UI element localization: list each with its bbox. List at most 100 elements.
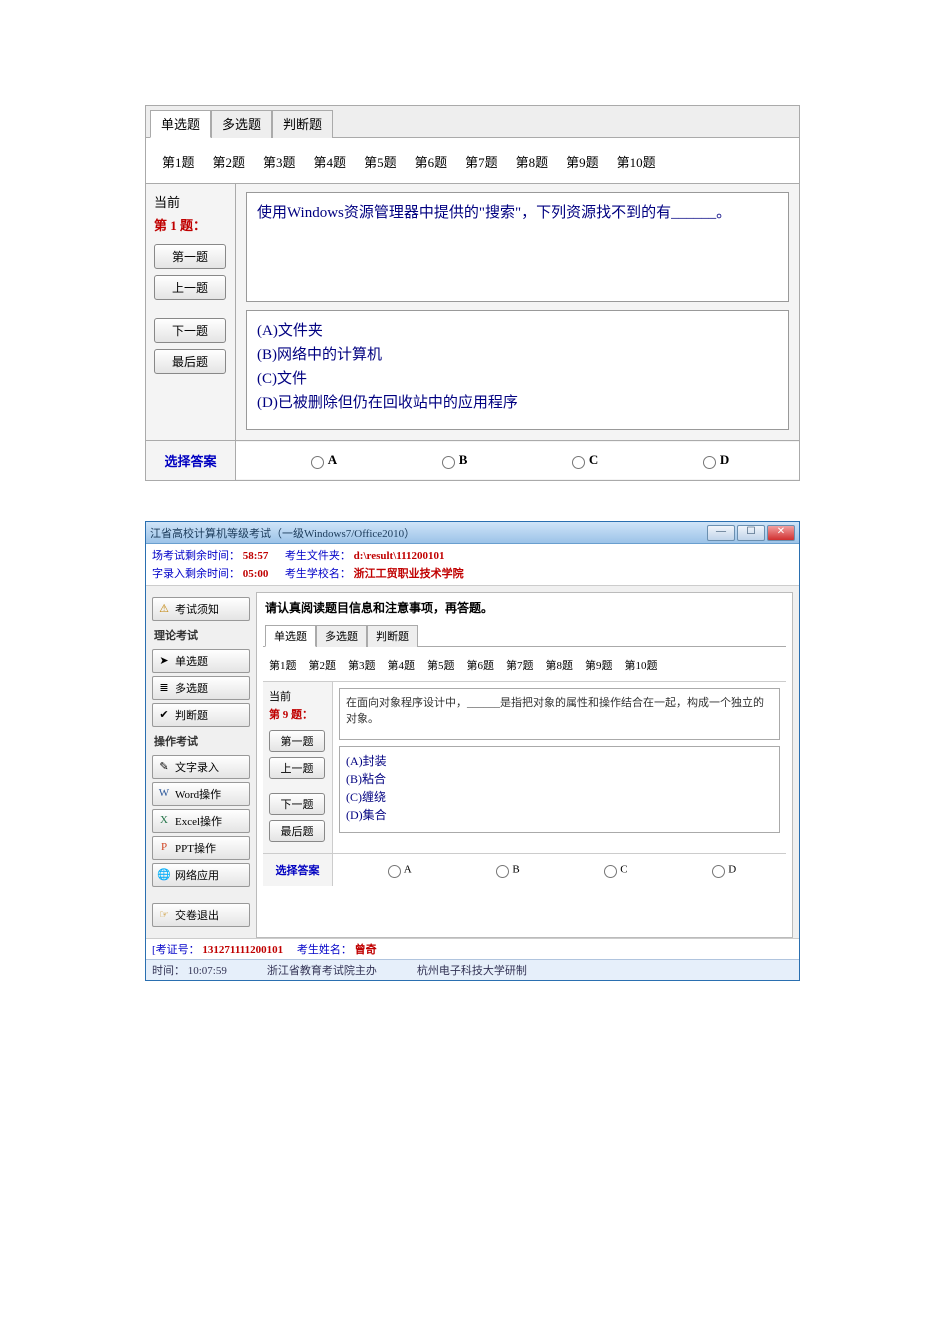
answer-row: 选择答案 A B C D [146, 440, 799, 480]
answer2-radio-a[interactable]: A [383, 862, 412, 878]
question-number-nav: 第1题 第2题 第3题 第4题 第5题 第6题 第7题 第8题 第9题 第10题 [146, 138, 799, 184]
prev-question-button-small[interactable]: 上一题 [269, 757, 325, 779]
left-nav: ⚠ 考试须知 理论考试 ➤ 单选题 ≣ 多选题 ✔ 判断题 操作考试 [146, 586, 256, 938]
qnav-item-10[interactable]: 第10题 [617, 152, 656, 171]
qnav-item-9[interactable]: 第9题 [566, 152, 599, 171]
qnav-item-1[interactable]: 第1题 [162, 152, 195, 171]
candidate-name-label: 考生姓名： [297, 944, 352, 956]
nav-single-choice[interactable]: ➤ 单选题 [152, 649, 250, 673]
qnav-item-5[interactable]: 第5题 [364, 152, 397, 171]
nav-ppt[interactable]: P PPT操作 [152, 836, 250, 860]
window-controls: — ☐ ✕ [707, 525, 795, 541]
answer-radio-c[interactable]: C [567, 452, 598, 469]
qnav2-item-3[interactable]: 第3题 [348, 657, 376, 673]
answer-radio-b[interactable]: B [437, 452, 468, 469]
qnav-item-6[interactable]: 第6题 [415, 152, 448, 171]
tab-multi-choice[interactable]: 多选题 [211, 110, 272, 138]
nav-typing[interactable]: ✎ 文字录入 [152, 755, 250, 779]
current-question-number-small: 第 9 题： [269, 706, 326, 722]
next-question-button[interactable]: 下一题 [154, 318, 226, 343]
qnav2-item-6[interactable]: 第6题 [467, 657, 495, 673]
option-b: (B)网络中的计算机 [257, 343, 778, 367]
answer-label-small: 选择答案 [263, 854, 333, 886]
nav-word-label: Word操作 [175, 786, 221, 802]
qnav-item-8[interactable]: 第8题 [516, 152, 549, 171]
last-question-button-small[interactable]: 最后题 [269, 820, 325, 842]
question-number-nav-small: 第1题 第2题 第3题 第4题 第5题 第6题 第7题 第8题 第9题 第10题 [263, 647, 786, 682]
nav-network[interactable]: 🌐 网络应用 [152, 863, 250, 887]
window-titlebar: 江省高校计算机等级考试（一级Windows7/Office2010） — ☐ ✕ [146, 522, 799, 544]
tab2-multi[interactable]: 多选题 [316, 625, 367, 647]
window-close-button[interactable]: ✕ [767, 525, 795, 541]
option2-d: (D)集合 [346, 806, 773, 824]
qnav-item-7[interactable]: 第7题 [465, 152, 498, 171]
school-label: 考生学校名： [285, 568, 351, 580]
answer2-radio-b[interactable]: B [491, 862, 519, 878]
option-d: (D)已被删除但仍在回收站中的应用程序 [257, 391, 778, 415]
answer2-radio-c[interactable]: C [599, 862, 627, 878]
submit-exit-button[interactable]: ☞ 交卷退出 [152, 903, 250, 927]
tab-single-choice[interactable]: 单选题 [150, 110, 211, 138]
status-org2: 杭州电子科技大学研制 [417, 962, 527, 978]
exam-id-label: [考证号： [152, 944, 200, 956]
check-icon: ✔ [157, 708, 171, 722]
exam-center-panel: 请认真阅读题目信息和注意事项，再答题。 单选题 多选题 判断题 第1题 第2题 … [256, 592, 793, 938]
hand-icon: ☞ [157, 908, 171, 922]
nav-excel[interactable]: X Excel操作 [152, 809, 250, 833]
exam-app-window: 江省高校计算机等级考试（一级Windows7/Office2010） — ☐ ✕… [145, 521, 800, 981]
answer-radio-a[interactable]: A [306, 452, 337, 469]
option2-a: (A)封装 [346, 752, 773, 770]
qnav2-item-7[interactable]: 第7题 [506, 657, 534, 673]
answer2-radio-d[interactable]: D [707, 862, 736, 878]
submit-exit-label: 交卷退出 [175, 907, 219, 923]
current-label: 当前 [154, 192, 227, 211]
exam-info-bar: 场考试剩余时间： 58:57 考生文件夹： d:\result\11120010… [146, 544, 799, 586]
nav-word[interactable]: W Word操作 [152, 782, 250, 806]
exam-footer: [考证号： 131271111200101 考生姓名： 曾奇 [146, 938, 799, 959]
nav-judge[interactable]: ✔ 判断题 [152, 703, 250, 727]
first-question-button[interactable]: 第一题 [154, 244, 226, 269]
nav-side-column-small: 当前 第 9 题： 第一题 上一题 下一题 最后题 [263, 682, 333, 853]
window-maximize-button[interactable]: ☐ [737, 525, 765, 541]
answer-row-small: 选择答案 A B C D [263, 853, 786, 886]
qnav2-item-4[interactable]: 第4题 [388, 657, 416, 673]
exam-notice-button[interactable]: ⚠ 考试须知 [152, 597, 250, 621]
status-time-label: 时间： [152, 965, 185, 977]
qnav2-item-8[interactable]: 第8题 [546, 657, 574, 673]
tab-judge[interactable]: 判断题 [272, 110, 333, 138]
qnav2-item-10[interactable]: 第10题 [625, 657, 658, 673]
theory-exam-header: 理论考试 [152, 624, 250, 646]
answer-label: 选择答案 [146, 441, 236, 480]
exam-id-value: 131271111200101 [202, 944, 283, 956]
qnav-item-4[interactable]: 第4题 [314, 152, 347, 171]
option2-b: (B)粘合 [346, 770, 773, 788]
answer-radio-d[interactable]: D [698, 452, 729, 469]
nav-multi-choice[interactable]: ≣ 多选题 [152, 676, 250, 700]
globe-icon: 🌐 [157, 868, 171, 882]
prev-question-button[interactable]: 上一题 [154, 275, 226, 300]
current-question-number: 第 1 题： [154, 215, 227, 234]
qnav2-item-9[interactable]: 第9题 [585, 657, 613, 673]
status-bar: 时间： 10:07:59 浙江省教育考试院主办 杭州电子科技大学研制 [146, 959, 799, 980]
excel-icon: X [157, 814, 171, 828]
qnav2-item-1[interactable]: 第1题 [269, 657, 297, 673]
qnav-item-3[interactable]: 第3题 [263, 152, 296, 171]
qnav2-item-5[interactable]: 第5题 [427, 657, 455, 673]
first-question-button-small[interactable]: 第一题 [269, 730, 325, 752]
last-question-button[interactable]: 最后题 [154, 349, 226, 374]
window-minimize-button[interactable]: — [707, 525, 735, 541]
qnav2-item-2[interactable]: 第2题 [309, 657, 337, 673]
question-type-tabs: 单选题 多选题 判断题 [146, 106, 799, 138]
next-question-button-small[interactable]: 下一题 [269, 793, 325, 815]
option2-c: (C)缠绕 [346, 788, 773, 806]
qnav-item-2[interactable]: 第2题 [213, 152, 246, 171]
exam-time-value: 58:57 [243, 550, 269, 562]
nav-excel-label: Excel操作 [175, 813, 222, 829]
status-time-value: 10:07:59 [188, 965, 227, 977]
pointer-icon: ➤ [157, 654, 171, 668]
question-type-tabs-small: 单选题 多选题 判断题 [263, 622, 786, 647]
nav-single-label: 单选题 [175, 653, 208, 669]
nav-multi-label: 多选题 [175, 680, 208, 696]
tab2-judge[interactable]: 判断题 [367, 625, 418, 647]
tab2-single[interactable]: 单选题 [265, 625, 316, 647]
